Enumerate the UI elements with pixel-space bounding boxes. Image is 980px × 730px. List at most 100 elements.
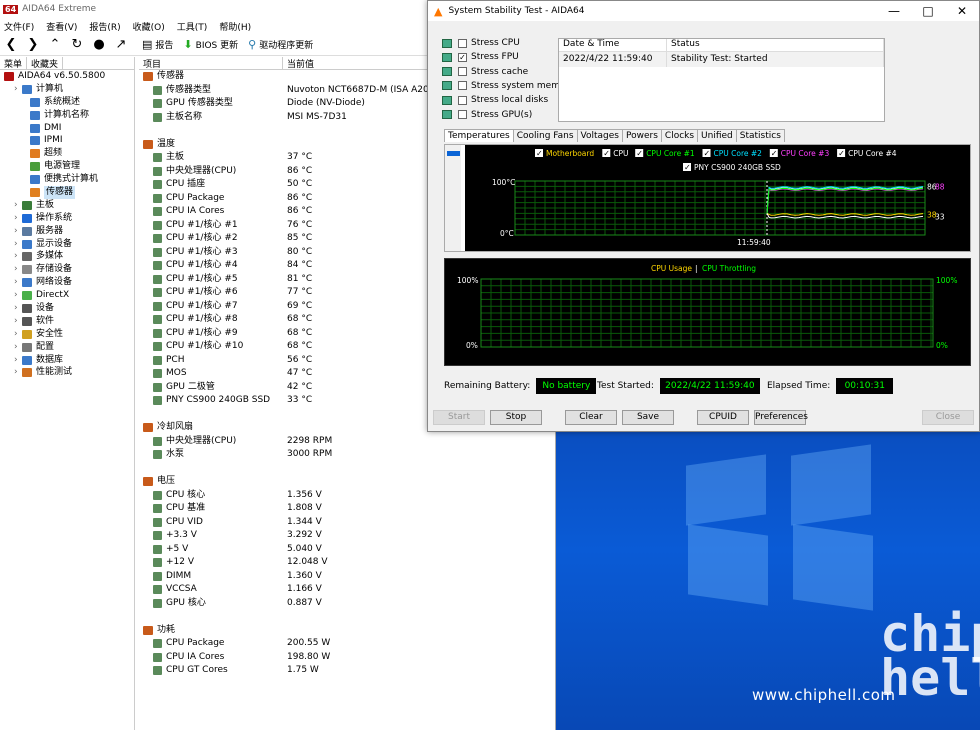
tab-favorites[interactable]: 收藏夹 [27,57,64,70]
stress-checkbox[interactable]: ✓ [458,52,467,62]
expand-icon[interactable]: › [14,250,22,263]
refresh-icon[interactable]: ↻ [70,37,84,52]
tree-item[interactable]: › 计算机 [0,83,134,96]
menu-item[interactable]: 收藏(O) [133,20,165,33]
save-button[interactable]: Save [622,410,674,425]
graph-tab[interactable]: Cooling Fans [512,129,578,142]
tree-item[interactable]: › 网络设备 [0,276,134,289]
tree-item[interactable]: DMI [0,122,134,135]
sensor-row[interactable]: 中央处理器(CPU) 2298 RPM [139,435,556,449]
tree-item[interactable]: › DirectX [0,289,134,302]
tree-item[interactable]: › 安全性 [0,328,134,341]
expand-icon[interactable]: › [14,199,22,212]
graph-tab[interactable]: Voltages [576,129,623,142]
expand-icon[interactable]: › [14,263,22,276]
graph-tab[interactable]: Powers [622,129,662,142]
legend-item[interactable]: ✓ CPU Core #1 [635,149,695,158]
expand-icon[interactable]: › [14,238,22,251]
bios-update-button[interactable]: ⬇ BIOS 更新 [183,38,238,51]
tree-item[interactable]: › 配置 [0,341,134,354]
sensor-row[interactable]: DIMM 1.360 V [139,570,556,584]
close-button[interactable]: ✕ [945,1,979,21]
stress-option[interactable]: ✓ Stress FPU [442,52,519,62]
tree-item[interactable]: 超频 [0,147,134,160]
menu-item[interactable]: 查看(V) [46,20,77,33]
tree-item[interactable]: › 数据库 [0,354,134,367]
stress-option[interactable]: Stress GPU(s) [442,110,532,120]
tree-item[interactable]: IPMI [0,134,134,147]
expand-icon[interactable]: › [14,212,22,225]
graph-scroll-thumb[interactable] [447,151,460,156]
up-icon[interactable]: ⌃ [48,37,62,52]
graph-tab[interactable]: Temperatures [444,129,514,142]
section-header[interactable]: 功耗 [139,624,556,638]
sensor-row[interactable]: +3.3 V 3.292 V [139,529,556,543]
tree-item[interactable]: › 存储设备 [0,263,134,276]
stress-option[interactable]: Stress CPU [442,38,520,48]
section-header[interactable]: 电压 [139,475,556,489]
tree-item[interactable]: › 显示设备 [0,238,134,251]
legend-item[interactable]: ✓ CPU Core #3 [769,149,830,158]
stress-checkbox[interactable] [458,110,467,119]
legend-item[interactable]: ✓ CPU [602,149,629,158]
clear-button[interactable]: Clear [565,410,617,425]
legend-item[interactable]: ✓ CPU Core #4 [837,149,897,158]
tree-item[interactable]: › 设备 [0,302,134,315]
expand-icon[interactable]: › [14,354,22,367]
driver-update-button[interactable]: ⚲ 驱动程序更新 [248,38,313,51]
expand-icon[interactable]: › [14,341,22,354]
expand-icon[interactable]: › [14,315,22,328]
tree-item[interactable]: 便携式计算机 [0,173,134,186]
menu-item[interactable]: 帮助(H) [219,20,251,33]
log-header-status[interactable]: Status [667,39,884,51]
tree-item[interactable]: › 主板 [0,199,134,212]
log-header-date[interactable]: Date & Time [559,39,667,51]
expand-icon[interactable]: › [14,302,22,315]
user-icon[interactable]: ● [92,37,106,52]
graph-tab[interactable]: Unified [697,129,737,142]
expand-icon[interactable]: › [14,83,22,96]
tree-item[interactable]: › 多媒体 [0,250,134,263]
stress-checkbox[interactable] [458,67,467,77]
tree-item[interactable]: AIDA64 v6.50.5800 [0,70,134,83]
close-dialog-button[interactable]: Close [922,410,974,425]
graph-tab[interactable]: Statistics [735,129,785,142]
sensor-row[interactable]: CPU 基准 1.808 V [139,502,556,516]
legend-item[interactable]: ✓ CPU Core #2 [702,149,763,158]
sensor-row[interactable]: CPU 核心 1.356 V [139,489,556,503]
expand-icon[interactable]: › [14,276,22,289]
menu-item[interactable]: 报告(R) [89,20,120,33]
sensor-row[interactable]: CPU IA Cores 198.80 W [139,651,556,665]
sensor-row[interactable]: GPU 核心 0.887 V [139,597,556,611]
stress-option[interactable]: Stress system memory [442,81,575,91]
start-button[interactable]: Start [433,410,485,425]
tree-item[interactable]: 传感器 [0,186,134,199]
legend-item[interactable]: ✓ Motherboard [535,149,594,158]
expand-icon[interactable]: › [14,328,22,341]
stress-option[interactable]: Stress local disks [442,95,548,105]
tree-item[interactable]: › 软件 [0,315,134,328]
back-icon[interactable]: ❮ [4,37,18,52]
stress-checkbox[interactable] [458,95,467,105]
log-row[interactable]: 2022/4/22 11:59:40 Stability Test: Start… [559,52,884,67]
sensor-row[interactable]: 水泵 3000 RPM [139,448,556,462]
tree-item[interactable]: › 服务器 [0,225,134,238]
preferences-button[interactable]: Preferences [754,410,808,425]
sensor-row[interactable]: +5 V 5.040 V [139,543,556,557]
stop-button[interactable]: Stop [490,410,542,425]
stress-option[interactable]: Stress cache [442,67,528,77]
sensor-row[interactable]: VCCSA 1.166 V [139,583,556,597]
menu-item[interactable]: 工具(T) [177,20,208,33]
graph-scroll-track[interactable] [445,145,461,251]
cpuid-button[interactable]: CPUID [697,410,749,425]
chart-icon[interactable]: ↗ [114,37,128,52]
tree-item[interactable]: 系统概述 [0,96,134,109]
tree-item[interactable]: 电源管理 [0,160,134,173]
maximize-button[interactable]: □ [911,1,945,21]
report-button[interactable]: ▤ 报告 [142,38,173,51]
expand-icon[interactable]: › [14,225,22,238]
menu-item[interactable]: 文件(F) [4,20,34,33]
tree-item[interactable]: 计算机名称 [0,109,134,122]
sensor-row[interactable]: CPU GT Cores 1.75 W [139,664,556,678]
stress-checkbox[interactable] [458,38,467,48]
